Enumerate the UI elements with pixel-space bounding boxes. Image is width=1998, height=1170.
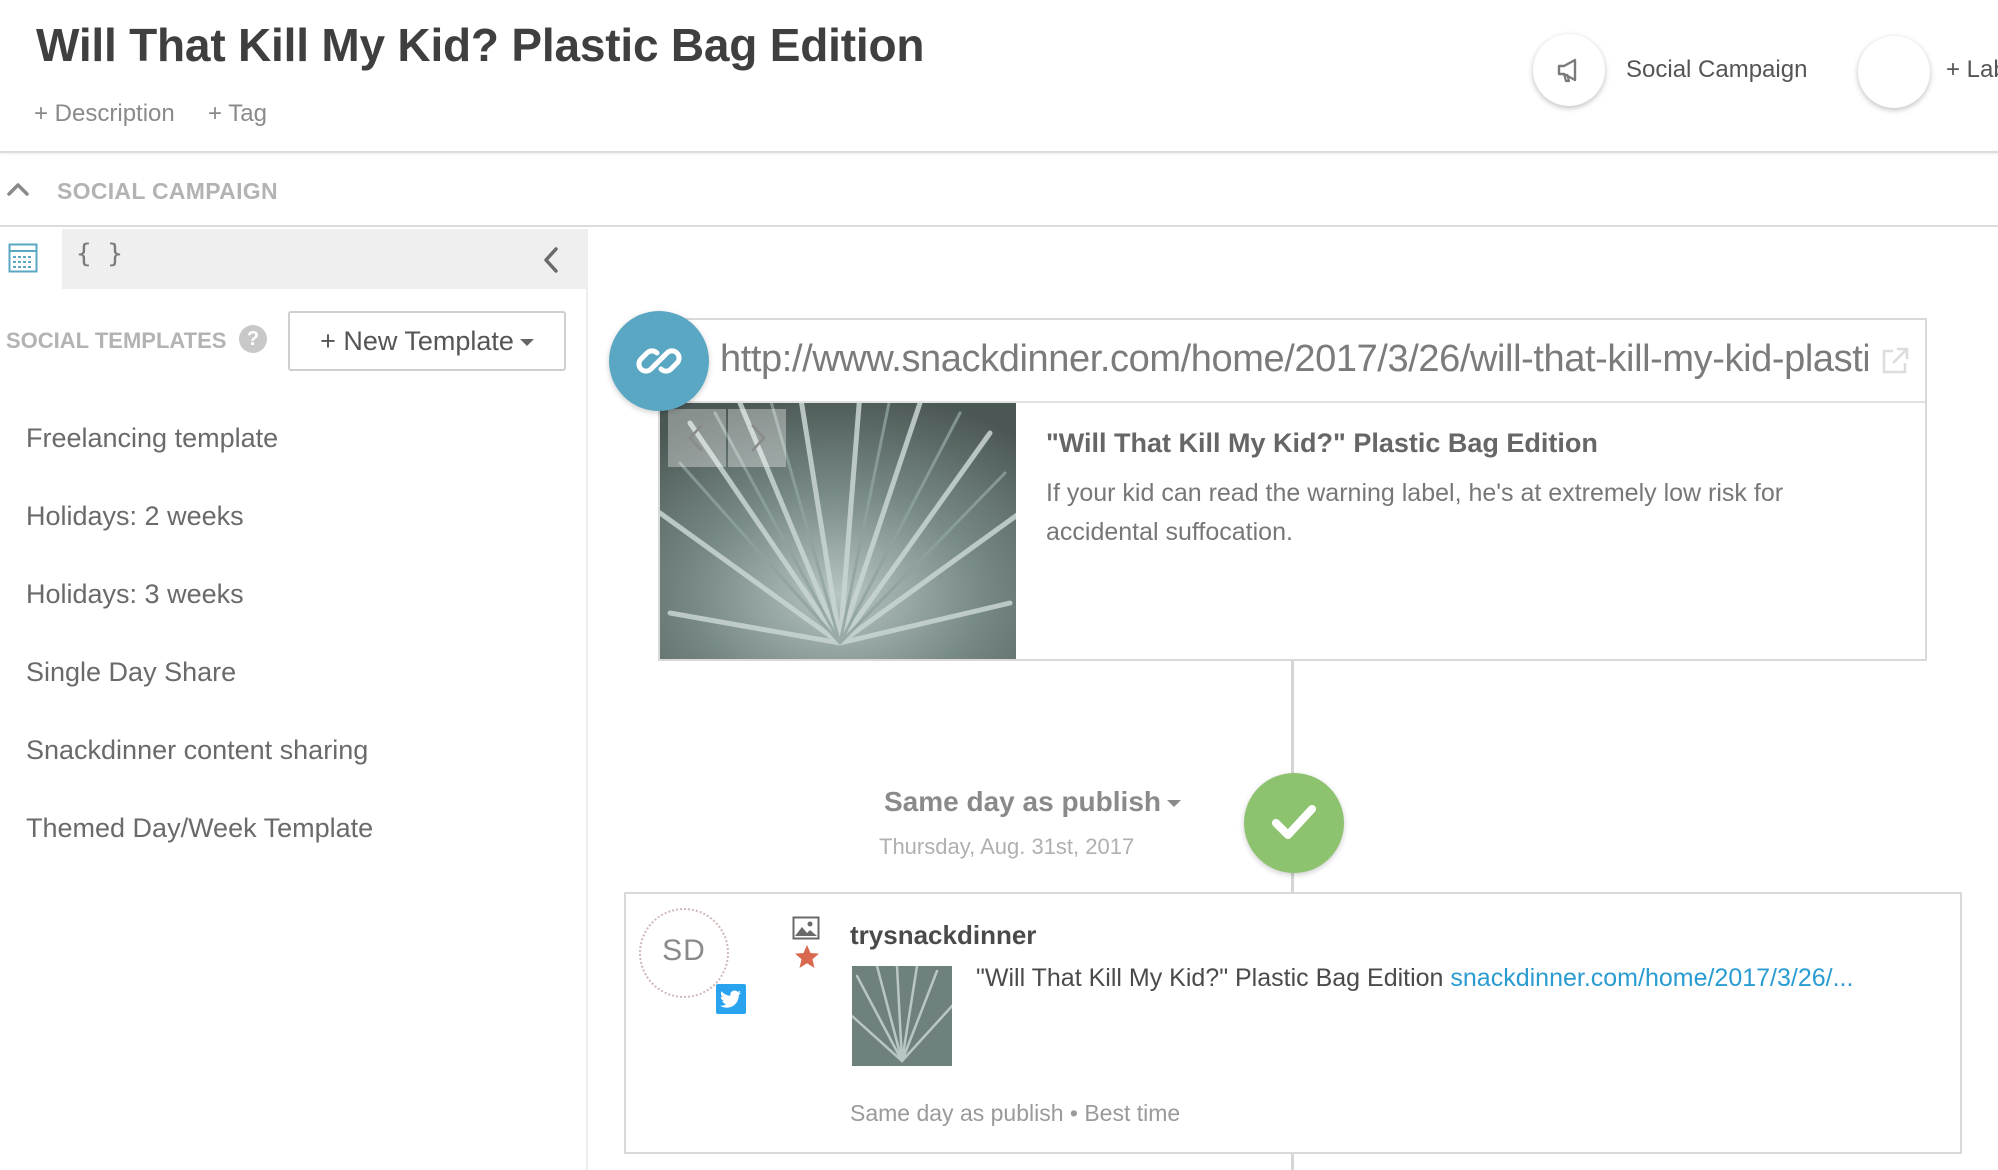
template-item[interactable]: Themed Day/Week Template — [26, 813, 373, 844]
megaphone-icon — [1557, 58, 1577, 83]
tab-templates[interactable] — [0, 229, 62, 289]
new-template-label: + New Template — [320, 326, 514, 356]
preview-image — [660, 403, 1016, 659]
caret-down-icon — [519, 339, 534, 347]
post-link[interactable]: snackdinner.com/home/2017/3/26/... — [1450, 964, 1853, 992]
chevron-left-icon — [688, 424, 703, 452]
chevron-left-icon[interactable] — [540, 245, 562, 275]
social-templates-heading: SOCIAL TEMPLATES — [6, 328, 227, 353]
post-message: "Will That Kill My Kid?" Plastic Bag Edi… — [976, 964, 1451, 992]
url-input[interactable]: http://www.snackdinner.com/home/2017/3/2… — [720, 338, 1868, 381]
preview-description[interactable]: If your kid can read the warning label, … — [1046, 474, 1896, 552]
sidebar-toolbar: { } — [0, 229, 586, 289]
add-label-link[interactable]: + Lab — [1946, 56, 1998, 84]
template-item[interactable]: Holidays: 2 weeks — [26, 501, 244, 532]
status-badge[interactable] — [1244, 773, 1344, 873]
templates-sidebar: { } SOCIAL TEMPLATES ? + New Template Fr… — [0, 229, 588, 1170]
next-image-button[interactable] — [728, 409, 786, 467]
link-preview-card: http://www.snackdinner.com/home/2017/3/2… — [658, 318, 1927, 661]
social-post-card[interactable]: SD trysnackdinner "Will That Kill My Kid… — [624, 892, 1962, 1154]
add-tag-link[interactable]: + Tag — [208, 100, 267, 128]
section-title: SOCIAL CAMPAIGN — [57, 178, 278, 204]
template-item[interactable]: Holidays: 3 weeks — [26, 579, 244, 610]
schedule-dropdown[interactable]: Same day as publish — [884, 786, 1181, 818]
twitter-icon — [716, 984, 746, 1014]
post-thumbnail — [852, 966, 952, 1066]
schedule-label: Same day as publish — [884, 786, 1161, 817]
image-icon — [792, 916, 820, 940]
link-icon — [636, 348, 682, 374]
post-schedule-meta: Same day as publish • Best time — [850, 1100, 1181, 1126]
chevron-up-icon[interactable] — [6, 179, 30, 199]
add-description-link[interactable]: + Description — [34, 100, 175, 128]
template-item[interactable]: Snackdinner content sharing — [26, 735, 368, 766]
previous-image-button[interactable] — [668, 409, 726, 467]
social-campaign-button[interactable] — [1533, 34, 1605, 106]
post-text[interactable]: "Will That Kill My Kid?" Plastic Bag Edi… — [976, 964, 1853, 993]
chevron-right-icon — [751, 424, 766, 452]
section-header: SOCIAL CAMPAIGN — [0, 155, 1998, 227]
star-icon[interactable] — [794, 944, 820, 970]
preview-title[interactable]: "Will That Kill My Kid?" Plastic Bag Edi… — [1046, 428, 1598, 459]
social-campaign-label[interactable]: Social Campaign — [1626, 56, 1807, 84]
check-icon — [1272, 805, 1316, 839]
page-title[interactable]: Will That Kill My Kid? Plastic Bag Editi… — [36, 18, 924, 72]
caret-down-icon — [1167, 800, 1181, 808]
url-bar: http://www.snackdinner.com/home/2017/3/2… — [660, 320, 1925, 403]
grid-icon — [8, 243, 38, 273]
link-badge — [609, 311, 709, 411]
account-name: trysnackdinner — [850, 920, 1037, 950]
page-header: Will That Kill My Kid? Plastic Bag Editi… — [0, 0, 1998, 153]
template-item[interactable]: Single Day Share — [26, 657, 236, 688]
template-item[interactable]: Freelancing template — [26, 423, 278, 454]
help-icon[interactable]: ? — [239, 325, 267, 353]
label-color-button[interactable] — [1858, 36, 1930, 108]
tab-variables[interactable]: { } — [76, 239, 123, 269]
schedule-date: Thursday, Aug. 31st, 2017 — [879, 834, 1135, 859]
external-link-icon[interactable] — [1880, 346, 1910, 376]
avatar-initials: SD — [662, 934, 706, 967]
agave-plant-thumbnail — [852, 966, 952, 1066]
new-template-button[interactable]: + New Template — [288, 311, 566, 371]
